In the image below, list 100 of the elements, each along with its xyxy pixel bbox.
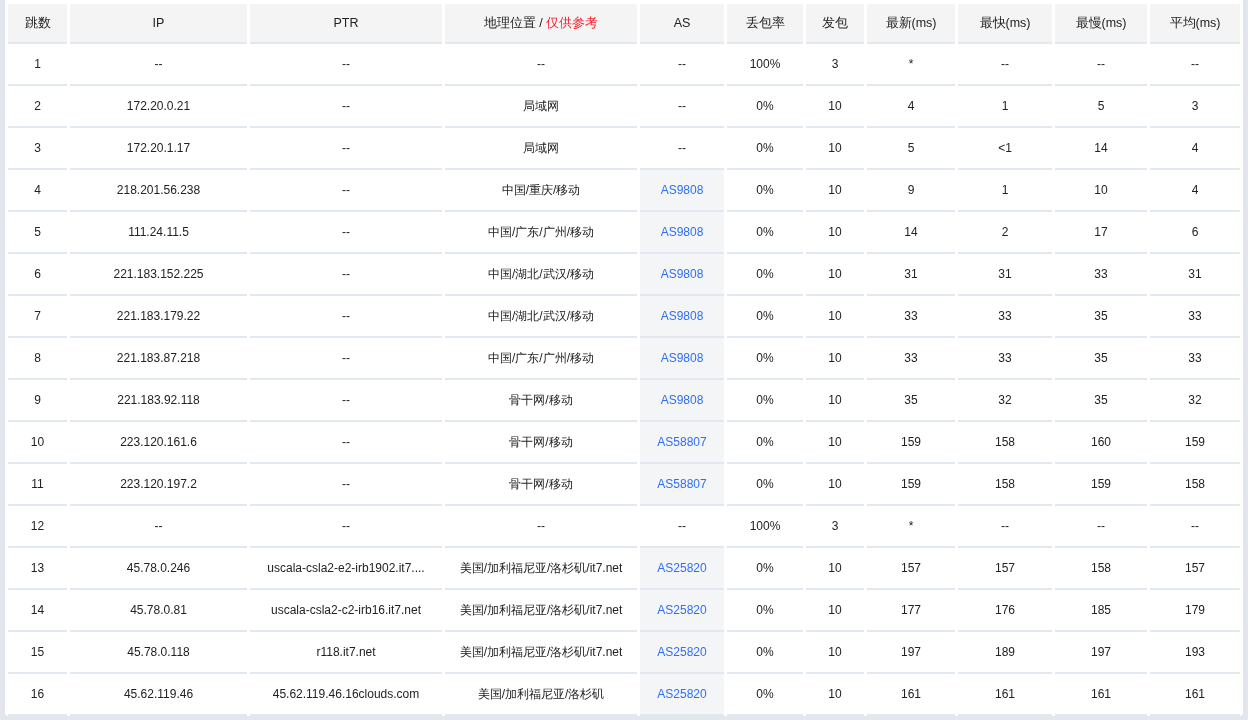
table-cell-text: -- [342,393,350,407]
table-cell-text: 10 [828,309,842,323]
table-cell-text: 0% [756,225,774,239]
table-cell-text: 100% [749,57,781,71]
table-cell-text: 中国/湖北/武汉/移动 [488,266,594,281]
table-cell-text: 10 [828,225,842,239]
table-cell-text: 179 [1185,603,1205,617]
as-link[interactable]: AS25820 [657,645,707,659]
table-cell-text: 10 [828,645,842,659]
table-cell-text: 172.20.0.21 [126,99,191,113]
table-cell-text: 0% [756,141,774,155]
as-link[interactable]: AS25820 [657,561,707,575]
table-cell-text: -- [154,519,163,533]
as-link[interactable]: AS9808 [660,309,704,323]
table-cell-text: 局域网 [523,98,559,113]
table-cell-text: 0% [756,687,774,701]
table-cell-text: 35 [1094,351,1108,365]
table-cell-text: 157 [1185,561,1205,575]
as-link[interactable]: AS9808 [660,267,704,281]
as-link[interactable]: AS58807 [657,477,707,491]
table-cell-text: 193 [1185,645,1205,659]
as-link[interactable]: AS25820 [657,687,707,701]
table-cell-text: -- [678,519,686,533]
table-cell-text: 1 [34,57,41,71]
table-cell-text: 7 [34,309,41,323]
table-cell-text: 10 [828,477,842,491]
column-note: 仅供参考 [546,15,599,30]
table-cell-text: 骨干网/移动 [509,476,573,491]
table-cell-text: 1 [1001,183,1009,197]
table-cell-text: 161 [1091,687,1111,701]
table-cell-text: -- [342,225,350,239]
table-cell-text: 9 [907,183,915,197]
table-cell-text: 45.78.0.246 [126,561,191,575]
table-cell-text: -- [678,99,686,113]
table-cell-text: 221.183.87.218 [116,351,201,365]
table-cell-text: -- [342,477,350,491]
as-link[interactable]: AS9808 [660,225,704,239]
table-cell-text: -- [1001,57,1009,71]
table-cell-text: 33 [998,309,1012,323]
table-cell-text: 158 [995,477,1015,491]
table-cell-text: 5 [1097,99,1105,113]
table-cell-text: 10 [828,603,842,617]
table-cell-text: 111.24.11.5 [128,225,189,239]
table-cell-text: 0% [756,309,774,323]
table-cell-text: 35 [1094,393,1108,407]
table-cell-text: 中国/重庆/移动 [501,182,581,197]
table-cell-text: -- [342,435,350,449]
column-header: 最新(ms) [885,15,937,30]
table-cell-text: -- [1097,57,1105,71]
table-cell-text: 176 [995,603,1015,617]
table-cell-text: 10 [828,687,842,701]
table-cell-text: 161 [995,687,1015,701]
column-header: 平均(ms) [1169,15,1221,30]
table-cell-text: 骨干网/移动 [509,434,573,449]
table-cell-text: 4 [34,183,41,197]
as-link[interactable]: AS25820 [657,603,707,617]
table-cell-text: 3 [1191,99,1199,113]
as-link[interactable]: AS58807 [657,435,707,449]
column-header: IP [152,16,165,30]
table-cell-text: 0% [756,99,774,113]
table-cell-text: 223.120.197.2 [120,477,197,491]
table-cell-text: 5 [34,225,41,239]
table-cell-text: 骨干网/移动 [509,392,573,407]
table-cell-text: 中国/广东/广州/移动 [488,224,594,239]
table-cell-text: 0% [756,645,774,659]
table-cell-text: 33 [1188,351,1202,365]
table-cell-text: 10 [30,435,45,449]
table-cell-text: 4 [907,99,915,113]
table-cell-text: 局域网 [523,140,559,155]
table-cell-text: 中国/广东/广州/移动 [488,350,594,365]
as-link[interactable]: AS9808 [660,183,704,197]
table-cell-text: r118.it7.net [316,645,376,659]
table-cell-text: 8 [34,351,41,365]
table-cell-text: 45.78.0.81 [130,603,187,617]
column-header: 发包 [822,15,848,30]
table-cell-text: 6 [34,267,41,281]
table-cell-text: 158 [1185,477,1205,491]
column-header: 跳数 [24,15,51,30]
table-cell-text: 157 [901,561,921,575]
table-cell-text: 221.183.152.225 [113,267,204,281]
table-cell-text: 10 [828,435,842,449]
table-cell-text: 45.62.119.46.16clouds.com [272,687,420,701]
table-cell-text: 158 [1091,561,1111,575]
table-cell-text: 160 [1091,435,1111,449]
table-cell-text: 1 [1001,99,1009,113]
column-header: PTR [333,16,359,30]
table-cell-text: 14 [30,603,45,617]
table-cell-text: 美国/加利福尼亚/洛杉矶/it7.net [459,560,623,575]
table-cell-text: 10 [828,267,842,281]
table-cell-text: 4 [1191,141,1199,155]
as-link[interactable]: AS9808 [660,393,704,407]
column-header: 地理位置 / [483,15,543,30]
table-cell-text: -- [342,519,350,533]
table-cell-text: 0% [756,603,774,617]
table-cell-text: -- [537,57,545,71]
table-cell-text: 0% [756,183,774,197]
table-cell-text: 美国/加利福尼亚/洛杉矶/it7.net [459,602,623,617]
table-cell-text: 10 [828,561,842,575]
as-link[interactable]: AS9808 [660,351,704,365]
table-cell-text: 218.201.56.238 [116,183,201,197]
